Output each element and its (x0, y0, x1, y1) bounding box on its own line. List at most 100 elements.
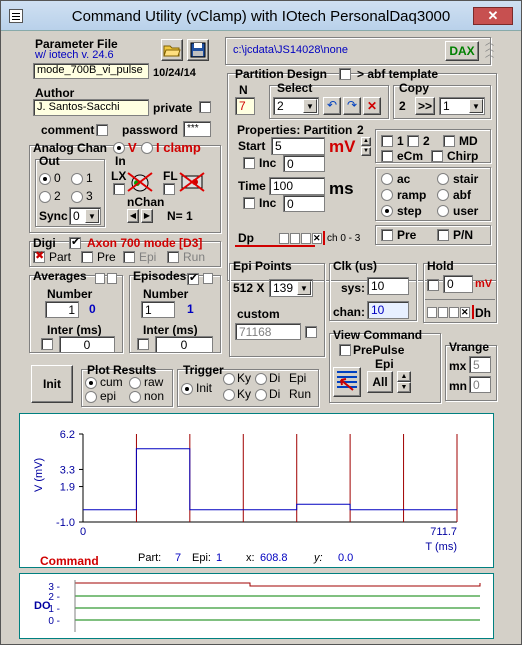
plot-raw-radio[interactable] (129, 377, 141, 389)
step-radio[interactable] (381, 205, 393, 217)
out-1-radio[interactable] (71, 173, 83, 185)
dax-button[interactable]: DAX (445, 41, 479, 61)
ch1-cell[interactable] (290, 233, 300, 244)
abf-radio[interactable] (437, 189, 449, 201)
run-checkbox[interactable] (167, 251, 179, 263)
sys-field[interactable]: 10 (367, 277, 409, 295)
hold-field[interactable]: 0 (443, 275, 473, 293)
plot-cum-radio[interactable] (85, 377, 97, 389)
trigger-ky-epi-radio[interactable] (223, 373, 235, 385)
start-inc-field[interactable]: 0 (283, 155, 325, 172)
hold-checkbox[interactable] (427, 279, 439, 291)
n-field[interactable]: 7 (235, 97, 255, 115)
private-checkbox[interactable] (199, 101, 211, 113)
episodes-number-field[interactable]: 1 (141, 301, 175, 318)
prepulse-checkbox[interactable] (339, 344, 351, 356)
dio-tick-label: 0 - (48, 616, 60, 627)
plot-none-radio[interactable] (129, 391, 141, 403)
rotate-left-icon[interactable]: ↶ (323, 97, 341, 115)
trigger-init-radio[interactable] (181, 383, 193, 395)
ch3-cell[interactable]: ✕ (312, 233, 322, 244)
copy-target-dropdown[interactable]: 1 ▼ (439, 97, 485, 115)
md-checkbox[interactable] (443, 135, 455, 147)
dh-cell-3[interactable]: ✕ (460, 307, 470, 318)
ecm-checkbox[interactable] (381, 150, 393, 162)
user-radio[interactable] (437, 205, 449, 217)
episodes-checkbox[interactable] (187, 271, 199, 285)
start-inc-checkbox[interactable] (243, 157, 255, 169)
chirp-checkbox[interactable] (431, 150, 443, 162)
view-all-button[interactable]: All (367, 371, 393, 393)
open-folder-icon[interactable] (161, 39, 183, 61)
ramp-radio[interactable] (381, 189, 393, 201)
flag-1-checkbox[interactable] (381, 135, 393, 147)
dio-line-3 (75, 582, 481, 587)
init-button[interactable]: Init (31, 365, 73, 403)
part-checkbox[interactable] (33, 249, 45, 263)
nchan-right-button[interactable]: ▶ (141, 209, 153, 223)
parameter-file-field[interactable]: mode_700B_vi_pulse (33, 63, 149, 79)
start-spin-up[interactable]: ▲ (361, 137, 371, 146)
abf-template-checkbox[interactable] (339, 68, 351, 80)
epi-points-multiplier[interactable]: 139 ▼ (269, 279, 313, 297)
pn-checkbox[interactable] (437, 229, 449, 241)
averages-cell-b[interactable] (107, 273, 117, 284)
pre-checkbox[interactable] (81, 251, 93, 263)
plot-epi-radio[interactable] (85, 391, 97, 403)
time-field[interactable]: 100 (269, 177, 325, 195)
averages-inter-field[interactable]: 0 (59, 336, 115, 353)
axon-mode-checkbox[interactable] (69, 235, 81, 249)
time-inc-field[interactable]: 0 (283, 195, 325, 212)
view-command-icon[interactable] (333, 367, 361, 397)
ch0-cell[interactable] (279, 233, 289, 244)
trigger-di-epi-radio[interactable] (255, 373, 267, 385)
episodes-inter-checkbox[interactable] (137, 338, 149, 350)
save-disk-icon[interactable] (187, 39, 209, 61)
flag-2-checkbox[interactable] (407, 135, 419, 147)
out-2-radio[interactable] (39, 191, 51, 203)
sync-select[interactable]: 0 ▼ (69, 207, 101, 225)
averages-cell-a[interactable] (95, 273, 105, 284)
dh-cell-1[interactable] (438, 307, 448, 318)
digital-output-plot[interactable]: 3 -2 -1 -0 - DO (19, 573, 494, 639)
fl-checkbox[interactable] (163, 183, 175, 195)
ch2-cell[interactable] (301, 233, 311, 244)
copy-to-button[interactable]: >> (415, 97, 435, 115)
episodes-cell[interactable] (203, 273, 213, 284)
custom-checkbox[interactable] (305, 326, 317, 338)
averages-inter-checkbox[interactable] (41, 338, 53, 350)
rotate-right-icon[interactable]: ↷ (343, 97, 361, 115)
dh-cell-0[interactable] (427, 307, 437, 318)
command-plot[interactable]: 6.2 3.3 1.9 -1.0 0 711.7 V (mV) T (ms) Command … (19, 413, 494, 568)
view-epi-down[interactable]: ▼ (397, 382, 411, 393)
custom-field[interactable]: 71168 (235, 323, 301, 340)
author-field[interactable]: J. Santos-Sacchi (33, 99, 149, 116)
vrange-mn-field[interactable]: 0 (469, 376, 491, 393)
averages-number-field[interactable]: 1 (45, 301, 79, 318)
close-button[interactable]: ✕ (473, 7, 513, 25)
password-field[interactable]: *** (183, 121, 211, 137)
start-spin-down[interactable]: ▼ (361, 147, 371, 156)
ac-radio[interactable] (381, 173, 393, 185)
epi-checkbox[interactable] (123, 251, 135, 263)
props-pre-checkbox[interactable] (381, 229, 393, 241)
dh-cell-2[interactable] (449, 307, 459, 318)
delete-icon[interactable]: ✕ (363, 97, 381, 115)
trigger-ky-run-radio[interactable] (223, 389, 235, 401)
out-0-radio[interactable] (39, 173, 51, 185)
v-clamp-radio[interactable] (113, 142, 125, 154)
nchan-left-button[interactable]: ◀ (127, 209, 139, 223)
time-inc-checkbox[interactable] (243, 197, 255, 209)
trigger-di-run-radio[interactable] (255, 389, 267, 401)
lx-checkbox[interactable] (113, 183, 125, 195)
start-field[interactable]: 5 (271, 137, 325, 155)
stair-radio[interactable] (437, 173, 449, 185)
chan-field[interactable]: 10 (367, 301, 409, 319)
out-3-radio[interactable] (71, 191, 83, 203)
view-epi-up[interactable]: ▲ (397, 371, 411, 382)
vrange-mx-field[interactable]: 5 (469, 356, 491, 373)
i-clamp-radio[interactable] (141, 142, 153, 154)
select-partition-dropdown[interactable]: 2 ▼ (273, 97, 319, 115)
comment-checkbox[interactable] (96, 124, 108, 136)
episodes-inter-field[interactable]: 0 (155, 336, 213, 353)
